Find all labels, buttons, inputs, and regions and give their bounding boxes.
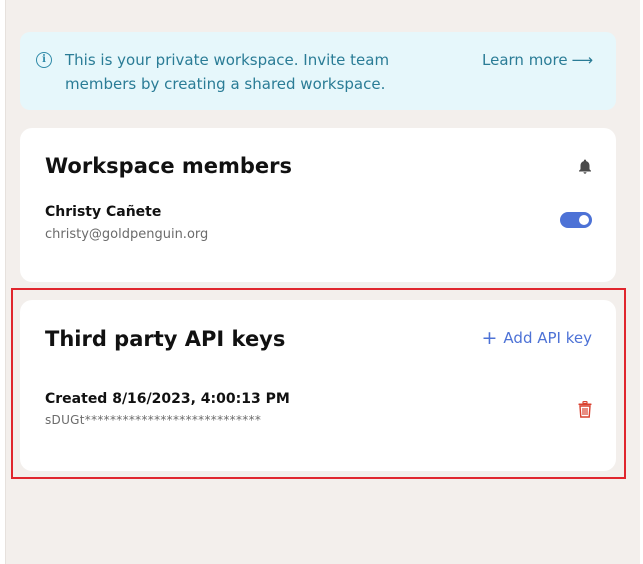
- trash-icon[interactable]: [578, 401, 592, 418]
- add-api-key-button[interactable]: + Add API key: [481, 326, 593, 349]
- plus-icon: +: [481, 327, 498, 349]
- bell-icon[interactable]: [576, 158, 594, 176]
- banner-text: This is your private workspace. Invite t…: [65, 51, 390, 93]
- add-api-key-label: Add API key: [503, 329, 592, 347]
- toggle-knob: [579, 215, 589, 225]
- api-key-masked-value: sDUGt****************************: [45, 413, 262, 427]
- api-keys-title: Third party API keys: [45, 327, 286, 351]
- member-toggle-switch[interactable]: [560, 212, 592, 228]
- left-sidebar-edge: [0, 0, 6, 564]
- api-keys-card: Third party API keys + Add API key Create…: [20, 300, 616, 471]
- arrow-right-icon: ⟶: [571, 51, 594, 69]
- learn-more-label: Learn more: [482, 51, 568, 69]
- private-workspace-banner: i This is your private workspace. Invite…: [20, 32, 616, 110]
- info-icon: i: [36, 52, 52, 68]
- api-key-created-date: Created 8/16/2023, 4:00:13 PM: [45, 391, 290, 407]
- member-email: christy@goldpenguin.org: [45, 227, 209, 242]
- workspace-members-card: Workspace members Christy Cañete christy…: [20, 128, 616, 282]
- member-name: Christy Cañete: [45, 204, 162, 220]
- learn-more-link[interactable]: Learn more ⟶: [482, 48, 593, 72]
- workspace-members-title: Workspace members: [45, 154, 293, 178]
